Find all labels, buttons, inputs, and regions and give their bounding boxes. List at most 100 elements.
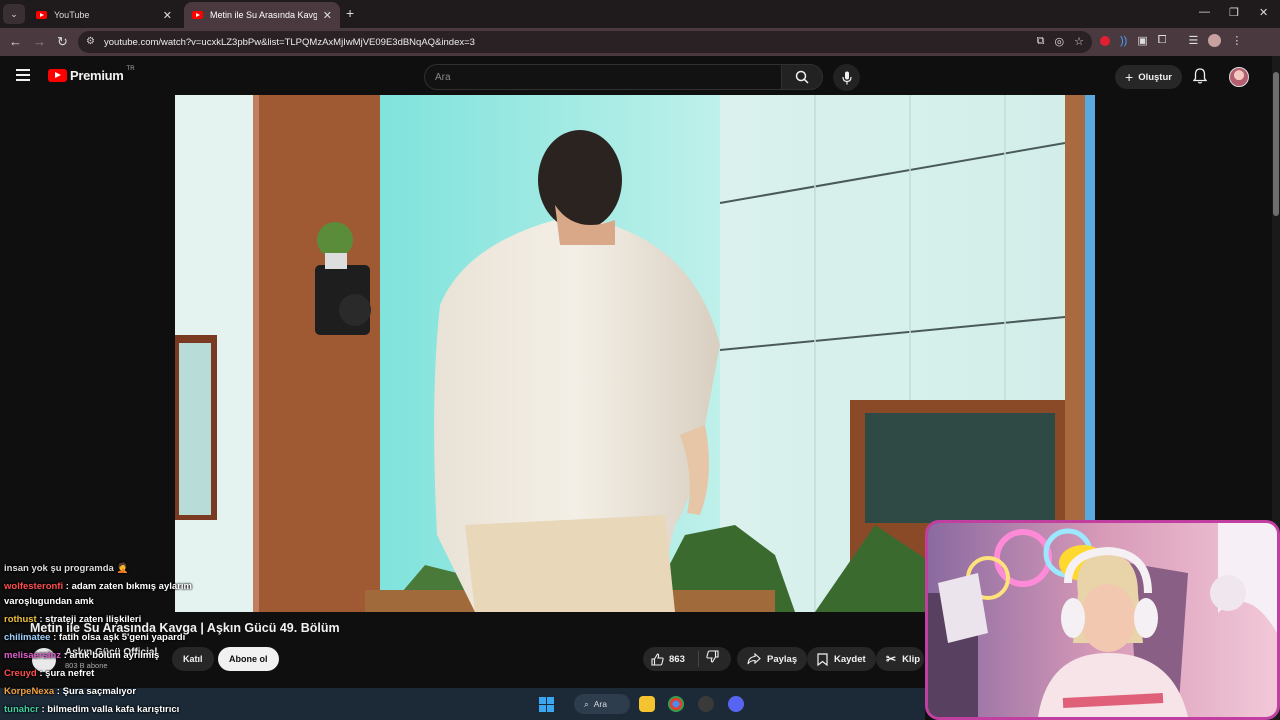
bookmark-icon bbox=[817, 652, 828, 666]
discord-icon[interactable] bbox=[728, 696, 744, 712]
close-icon[interactable]: ✕ bbox=[323, 9, 332, 22]
save-button[interactable]: Kaydet bbox=[807, 647, 876, 671]
restore-button[interactable]: ❐ bbox=[1229, 6, 1239, 19]
search-icon bbox=[795, 70, 809, 84]
file-explorer-icon[interactable] bbox=[639, 696, 655, 712]
url-text: youtube.com/watch?v=ucxkLZ3pbPw&list=TLP… bbox=[104, 36, 475, 48]
chat-text: : adam zaten bıkmış aylarım bbox=[63, 581, 192, 592]
save-label: Kaydet bbox=[834, 653, 866, 665]
chat-text: : Şura saçmalıyor bbox=[54, 686, 137, 697]
chat-message: rothust : strateji zaten ilişkileri bbox=[4, 614, 141, 625]
search-button[interactable] bbox=[781, 64, 823, 90]
tab-title: Metin ile Su Arasında Kavga | A bbox=[210, 10, 317, 20]
reload-icon[interactable]: ↻ bbox=[57, 34, 68, 50]
dislike-button[interactable] bbox=[699, 650, 719, 668]
chat-user: wolfesteronfi bbox=[4, 581, 64, 592]
search-input[interactable]: Ara bbox=[424, 64, 782, 90]
browser-toolbar: ← → ↻ ⚙ youtube.com/watch?v=ucxkLZ3pbPw&… bbox=[0, 28, 1280, 56]
chat-text: : strateji zaten ilişkileri bbox=[36, 614, 142, 625]
create-label: Oluştur bbox=[1138, 71, 1172, 83]
address-bar[interactable]: ⚙ youtube.com/watch?v=ucxkLZ3pbPw&list=T… bbox=[78, 31, 1092, 53]
scissors-icon: ✂ bbox=[886, 652, 897, 666]
search-icon: ⌕ bbox=[584, 698, 589, 709]
youtube-logo[interactable]: Premium TR bbox=[48, 65, 135, 83]
forward-icon[interactable]: → bbox=[33, 34, 46, 49]
extension-mask-icon[interactable]: ▣ bbox=[1137, 34, 1147, 47]
chat-message: wolfesteronfi : adam zaten bıkmış ayları… bbox=[4, 581, 192, 592]
chrome-icon[interactable] bbox=[668, 696, 684, 712]
logo-text: Premium bbox=[70, 68, 124, 83]
country-code: TR bbox=[126, 65, 135, 72]
like-dislike-group: 863 bbox=[643, 647, 731, 671]
clip-label: Klip bbox=[902, 653, 921, 665]
chat-user: rothust bbox=[4, 614, 37, 625]
more-menu-icon[interactable]: ⋮ bbox=[1231, 34, 1242, 47]
chat-text: : fatih olsa aşk 5'geni yapardı bbox=[50, 632, 186, 643]
tab-title: YouTube bbox=[54, 10, 90, 20]
chat-text: insan yok şu programda 🤦 bbox=[4, 563, 129, 574]
thumbs-down-icon bbox=[706, 650, 719, 663]
chat-message: KorpeNexa : Şura saçmalıyor bbox=[4, 686, 136, 697]
chat-message: insan yok şu programda 🤦 bbox=[4, 563, 128, 574]
close-icon[interactable]: ✕ bbox=[163, 9, 172, 22]
youtube-favicon-icon bbox=[192, 11, 203, 19]
taskbar-search-label: Ara bbox=[593, 699, 607, 709]
chat-text: : artık bölüm ayrılmış bbox=[61, 650, 160, 661]
scrollbar-thumb[interactable] bbox=[1273, 72, 1279, 216]
tab-video[interactable]: Metin ile Su Arasında Kavga | A ✕ bbox=[184, 2, 340, 28]
back-icon[interactable]: ← bbox=[9, 34, 22, 49]
chat-message: melisaersinz : artık bölüm ayrılmış bbox=[4, 650, 159, 661]
bookmark-star-icon[interactable]: ☆ bbox=[1074, 35, 1084, 48]
chat-user: chilimatee bbox=[4, 632, 51, 643]
share-button[interactable]: Paylaş bbox=[737, 647, 808, 671]
chat-user: melisaersinz bbox=[4, 650, 62, 661]
tab-search-button[interactable]: ⌄ bbox=[3, 4, 25, 24]
microphone-icon bbox=[841, 71, 852, 84]
chat-message: tunahcr : bilmedim valla kafa karıştırıc… bbox=[4, 704, 179, 715]
chat-message: chilimatee : fatih olsa aşk 5'geni yapar… bbox=[4, 632, 185, 643]
reading-list-icon[interactable]: ☰ bbox=[1189, 34, 1199, 47]
youtube-header: Premium TR Ara + Oluştur bbox=[0, 56, 1272, 96]
join-button[interactable]: Katıl bbox=[172, 647, 214, 671]
chat-user: tunahcr bbox=[4, 704, 39, 715]
create-button[interactable]: + Oluştur bbox=[1115, 65, 1182, 89]
chat-message: varoşlugundan amk bbox=[4, 596, 94, 607]
browser-tab-strip: ⌄ YouTube ✕ Metin ile Su Arasında Kavga … bbox=[0, 0, 1280, 28]
clip-button[interactable]: ✂ Klip bbox=[876, 647, 925, 671]
minimize-button[interactable]: — bbox=[1199, 6, 1210, 18]
menu-icon[interactable] bbox=[16, 69, 30, 81]
youtube-play-icon bbox=[48, 69, 67, 82]
plus-icon: + bbox=[1125, 69, 1134, 85]
youtube-favicon-icon bbox=[36, 11, 47, 19]
subscribe-button[interactable]: Abone ol bbox=[218, 647, 279, 671]
chat-user: Creuyd bbox=[4, 668, 37, 679]
chevron-down-icon: ⌄ bbox=[10, 8, 18, 19]
account-avatar[interactable] bbox=[1229, 67, 1249, 87]
new-tab-button[interactable]: + bbox=[346, 5, 354, 21]
chat-text: varoşlugundan amk bbox=[4, 596, 94, 607]
eye-off-icon[interactable]: ◎ bbox=[1055, 35, 1065, 48]
app-icon[interactable] bbox=[698, 696, 714, 712]
notifications-bell-icon[interactable] bbox=[1193, 68, 1207, 84]
chat-message: Creuyd : şura nefret bbox=[4, 668, 94, 679]
like-button[interactable]: 863 bbox=[643, 651, 699, 667]
share-icon bbox=[747, 653, 761, 665]
extension-red-icon[interactable] bbox=[1100, 35, 1110, 46]
taskbar-search[interactable]: ⌕ Ara bbox=[574, 694, 630, 714]
profile-avatar[interactable] bbox=[1208, 34, 1222, 47]
windows-start-icon[interactable] bbox=[539, 697, 554, 712]
cast-icon[interactable]: ⧉ bbox=[1037, 35, 1045, 48]
extension-audio-icon[interactable]: )) bbox=[1120, 35, 1127, 47]
chat-text: : bilmedim valla kafa karıştırıcı bbox=[38, 704, 180, 715]
tab-youtube[interactable]: YouTube ✕ bbox=[28, 2, 180, 28]
close-window-button[interactable]: ✕ bbox=[1259, 6, 1268, 19]
site-info-icon[interactable]: ⚙ bbox=[86, 36, 95, 47]
extensions-puzzle-icon[interactable]: ⧠ bbox=[1158, 34, 1167, 47]
webcam-frame bbox=[928, 523, 1277, 717]
search-placeholder: Ara bbox=[435, 71, 451, 83]
share-label: Paylaş bbox=[767, 653, 798, 665]
chat-text: : şura nefret bbox=[36, 668, 95, 679]
streamer-webcam bbox=[925, 520, 1280, 720]
like-count: 863 bbox=[669, 653, 685, 665]
voice-search-button[interactable] bbox=[833, 64, 860, 91]
